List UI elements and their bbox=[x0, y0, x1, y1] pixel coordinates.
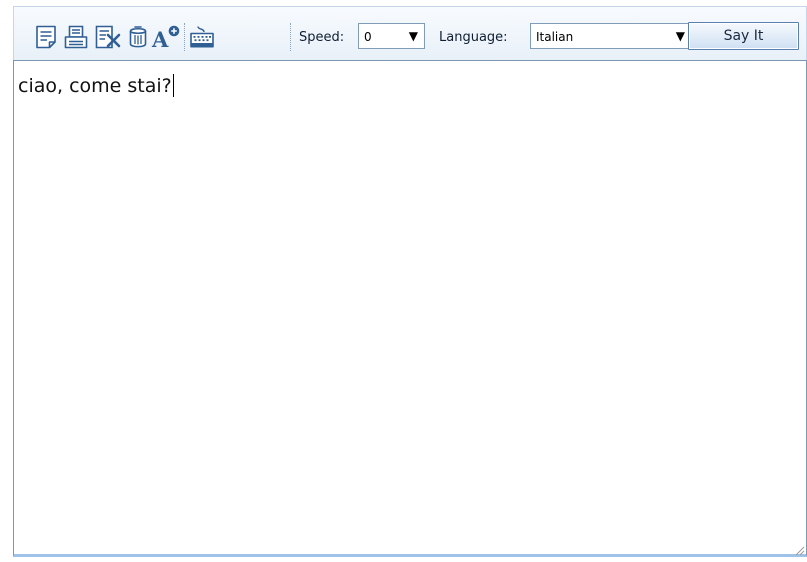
speed-select[interactable]: 0 ▼ bbox=[358, 23, 425, 49]
editor-text: ciao, come stai? bbox=[18, 75, 172, 97]
font-size-icon[interactable]: A bbox=[150, 24, 182, 50]
clear-icon[interactable] bbox=[94, 24, 122, 50]
keyboard-icon[interactable] bbox=[188, 24, 216, 50]
new-document-icon[interactable] bbox=[32, 24, 60, 50]
say-it-button[interactable]: Say It bbox=[688, 22, 799, 50]
chevron-down-icon: ▼ bbox=[408, 29, 418, 43]
text-to-speech-app: A Speed: 0 ▼ Language: Italian ▼ Say It … bbox=[0, 0, 807, 562]
toolbar-separator bbox=[290, 23, 291, 51]
language-select[interactable]: Italian ▼ bbox=[530, 23, 692, 49]
language-value: Italian bbox=[536, 30, 574, 44]
text-caret bbox=[172, 74, 174, 97]
toolbar: A Speed: 0 ▼ Language: Italian ▼ Say It bbox=[13, 6, 807, 60]
speed-label: Speed: bbox=[299, 30, 345, 45]
trash-icon[interactable] bbox=[124, 24, 152, 50]
editor-content: ciao, come stai? bbox=[18, 74, 174, 98]
resize-grip-icon[interactable] bbox=[793, 541, 805, 556]
toolbar-separator bbox=[184, 23, 185, 51]
speed-value: 0 bbox=[364, 30, 372, 44]
text-input-area[interactable]: ciao, come stai? bbox=[13, 60, 807, 557]
svg-text:A: A bbox=[151, 27, 169, 50]
language-label: Language: bbox=[439, 30, 508, 45]
print-icon[interactable] bbox=[62, 24, 90, 50]
chevron-down-icon: ▼ bbox=[675, 29, 685, 43]
